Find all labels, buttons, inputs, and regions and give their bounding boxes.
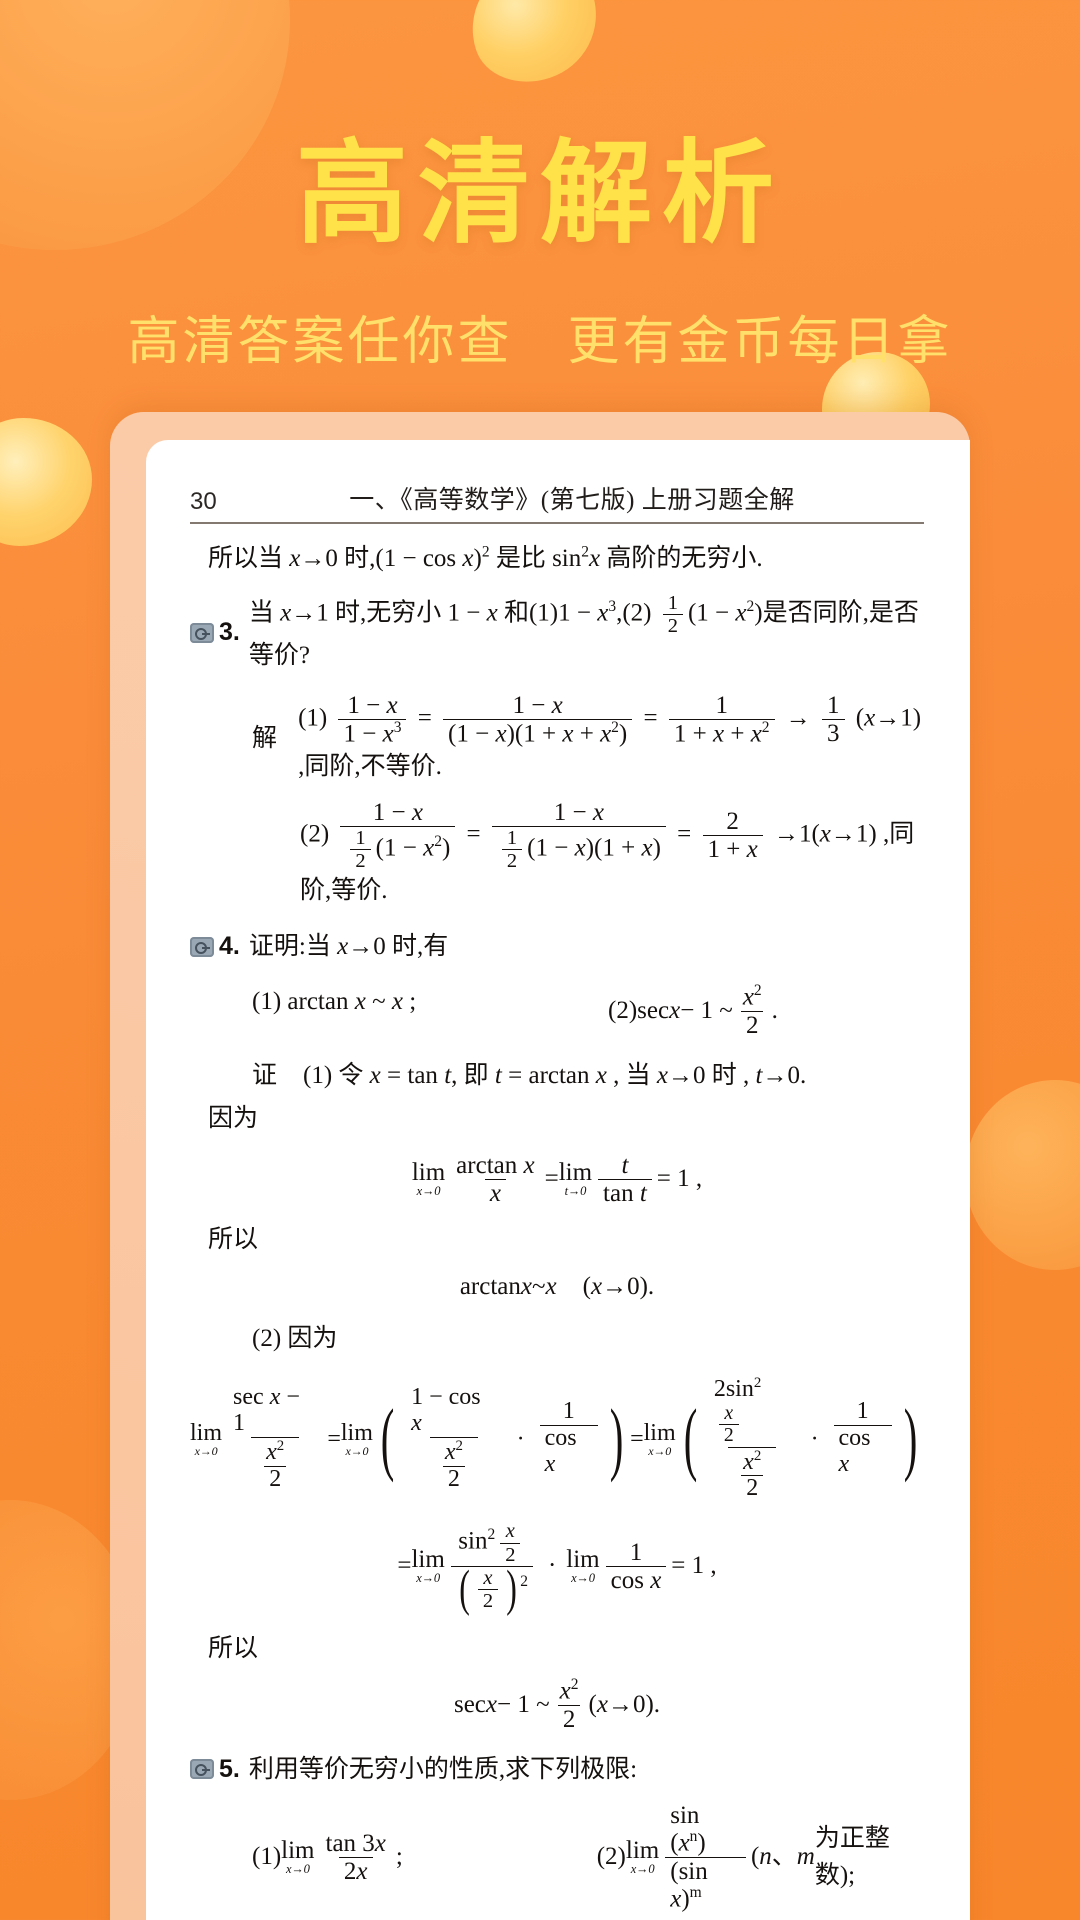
- question-5-part-1: (1) lim x→0 tan 3x 2x;: [252, 1829, 403, 1885]
- q4-equation-4: = lim x→0 sin2 x 2(x 2) 2 · lim x→0 1 cos x = 1…: [397, 1520, 717, 1618]
- q3-sol2-body: (2) 1 − x 1 2 (1 − x2) = 1 − x 1 2 (1 − x)(1 +…: [300, 799, 915, 905]
- question-5-part-2: (2) lim x→0 sin (xn) (sin x)m(n 、 m 为正整数);: [596, 1802, 890, 1912]
- question-4-parts: (1) arctan x ~ x ; (2) sec x − 1 ~ x2 2.: [190, 982, 924, 1039]
- proof-label: 证: [252, 1061, 278, 1089]
- q4-equation-2: arctan x ~ x(x →0).: [459, 1273, 655, 1301]
- document-page: 30 一、《高等数学》(第七版) 上册习题全解 所以当 x→0 时,(1 − c…: [146, 440, 970, 1920]
- q4-suoyi-label-2: 所以: [208, 1634, 259, 1662]
- running-head-title: 一、《高等数学》(第七版) 上册习题全解: [349, 487, 795, 514]
- question-4-proof-1: 证 (1) 令 x = tan t, 即 t = arctan x , 当 x→…: [190, 1057, 924, 1095]
- question-5: 5. 利用等价无穷小的性质,求下列极限:: [190, 1751, 924, 1789]
- question-3-solution-2: (2) 1 − x 1 2 (1 − x2) = 1 − x 1 2 (1 − x)(1 +…: [190, 799, 924, 910]
- intro-line: 所以当 x→0 时,(1 − cos x)2 是比 sin2x 高阶的无穷小.: [208, 543, 763, 572]
- question-5-text: 利用等价无穷小的性质,求下列极限:: [248, 1755, 638, 1783]
- question-4-part-1: (1) arctan x ~ x ;: [252, 988, 417, 1016]
- page-title: 高清解析: [296, 131, 784, 256]
- q4-equation-3: lim x→0 sec x − 1 x2 2 = lim x→0 ( 1 − cos x…: [190, 1375, 918, 1502]
- question-3-solution-1: 解 (1) 1 − x1 − x3 = 1 − x (1 − x)(1 + x +…: [190, 692, 924, 785]
- question-3: 3. 当 x→1 时,无穷小 1 − x 和(1)1 − x3,(2) 1 2 (1…: [190, 592, 924, 675]
- q4-suoyi-label-1: 所以: [208, 1225, 259, 1253]
- decor-blob-right-lower: [965, 1080, 1080, 1270]
- decor-blob-left-middle: [0, 418, 92, 546]
- solution-label: 解: [252, 724, 278, 752]
- hero-section: 高清解析 高清答案任你查 更有金币每日拿: [0, 0, 1080, 371]
- question-5-parts-12: (1) lim x→0 tan 3x 2x; (2) lim x→0 sin (xn)…: [190, 1802, 924, 1912]
- question-4-text: 证明:当 x→0 时,有: [248, 932, 449, 960]
- question-4: 4. 证明:当 x→0 时,有: [190, 928, 924, 966]
- document-card[interactable]: 30 一、《高等数学》(第七版) 上册习题全解 所以当 x→0 时,(1 − c…: [110, 412, 970, 1920]
- key-icon: [190, 1759, 214, 1780]
- page-number: 30: [190, 488, 217, 515]
- q4-proof1-body: (1) 令 x = tan t, 即 t = arctan x , 当 x→0 …: [303, 1061, 807, 1089]
- q3-sol1-body: (1) 1 − x1 − x3 = 1 − x (1 − x)(1 + x + x…: [298, 692, 922, 780]
- key-icon: [190, 936, 214, 957]
- q4-equation-1: lim x→0 arctan xx = lim t→0 t tan t = 1 ,: [411, 1151, 703, 1207]
- q4-equation-5: sec x − 1 ~ x2 2(x →0).: [453, 1676, 661, 1733]
- page-subtitle: 高清答案任你查 更有金币每日拿: [127, 313, 953, 371]
- q4-part2-yinwei: (2) 因为: [252, 1324, 338, 1352]
- q4-yinwei-label: 因为: [208, 1105, 259, 1133]
- question-5-number: 5.: [219, 1754, 240, 1783]
- question-3-text: 当 x→1 时,无穷小 1 − x 和(1)1 − x3,(2) 1 2 (1 − …: [248, 591, 919, 669]
- question-4-part-2: (2) sec x − 1 ~ x2 2.: [608, 982, 778, 1039]
- header-rule: [190, 522, 924, 524]
- question-3-number: 3.: [219, 618, 240, 647]
- question-4-number: 4.: [219, 931, 240, 960]
- key-icon: [190, 622, 214, 643]
- page-running-head: 30 一、《高等数学》(第七版) 上册习题全解: [190, 476, 924, 516]
